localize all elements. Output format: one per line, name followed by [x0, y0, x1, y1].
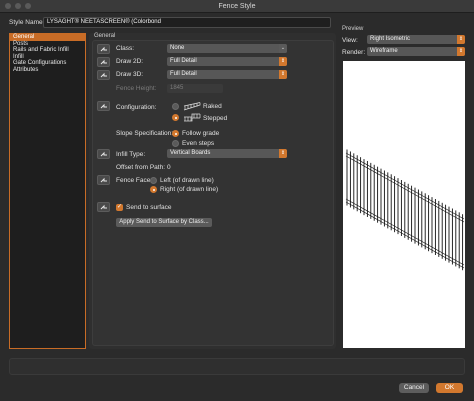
by-style-icon [100, 151, 107, 156]
infill-type-style-toggle-button[interactable] [97, 149, 110, 159]
right-of-line-radio[interactable] [150, 186, 157, 193]
window-title: Fence Style [218, 3, 256, 10]
class-select[interactable]: None ⌄ [167, 44, 287, 53]
sidebar-item-posts[interactable]: Posts [10, 41, 85, 48]
stepped-option-label: Stepped [203, 115, 228, 122]
by-style-icon [100, 177, 107, 182]
view-select-value: Right Isometric [370, 36, 411, 42]
left-of-line-option-label: Left (of drawn line) [160, 177, 214, 184]
sidebar-item-gate-configurations[interactable]: Gate Configurations [10, 60, 85, 67]
preview-canvas [343, 61, 465, 348]
sidebar-item-infill[interactable]: Infill [10, 54, 85, 61]
stepped-fence-icon [184, 113, 201, 122]
category-sidebar: General Posts Rails and Fabric Infill In… [9, 33, 86, 349]
updown-arrows-icon: ⇕ [279, 149, 287, 158]
fence-height-field[interactable]: 1845 [167, 84, 223, 93]
draw3d-label: Draw 3D: [116, 71, 144, 78]
follow-grade-radio[interactable] [172, 130, 179, 137]
render-select[interactable]: Wireframe ⇕ [367, 47, 465, 56]
title-bar: Fence Style [0, 0, 474, 13]
chevron-down-icon: ⌄ [279, 44, 287, 53]
configuration-style-toggle-button[interactable] [97, 101, 110, 111]
send-to-surface-style-toggle-button[interactable] [97, 202, 110, 212]
raked-fence-icon [183, 102, 201, 111]
class-select-value: None [170, 45, 185, 51]
draw3d-style-toggle-button[interactable] [97, 70, 110, 80]
fence-face-style-toggle-button[interactable] [97, 175, 110, 185]
offset-label: Offset from Path: [116, 164, 166, 171]
fence-face-label: Fence Face: [116, 177, 153, 184]
draw2d-label: Draw 2D: [116, 58, 144, 65]
view-select[interactable]: Right Isometric ⇕ [367, 35, 465, 44]
bottom-info-bar [9, 358, 465, 375]
style-name-field[interactable]: LYSAGHT® NEETASCREEN® (Colorbond [43, 17, 331, 28]
draw3d-select[interactable]: Full Detail ⇕ [167, 70, 287, 79]
stepped-radio[interactable] [172, 114, 179, 121]
render-select-value: Wireframe [370, 48, 398, 54]
configuration-label: Configuration: [116, 104, 157, 111]
draw3d-select-value: Full Detail [170, 71, 197, 77]
draw2d-style-toggle-button[interactable] [97, 57, 110, 67]
general-section-title: General [94, 33, 116, 39]
view-label: View: [342, 37, 358, 44]
draw2d-select-value: Full Detail [170, 58, 197, 64]
send-to-surface-label: Send to surface [126, 204, 172, 211]
draw2d-select[interactable]: Full Detail ⇕ [167, 57, 287, 66]
infill-type-select-value: Vertical Boards [170, 150, 211, 156]
render-label: Render: [342, 49, 366, 56]
cancel-button[interactable]: Cancel [399, 383, 429, 393]
fence-height-label: Fence Height: [116, 85, 157, 92]
by-style-icon [100, 204, 107, 209]
infill-type-select[interactable]: Vertical Boards ⇕ [167, 149, 287, 158]
by-style-icon [100, 46, 107, 51]
even-steps-radio[interactable] [172, 140, 179, 147]
sidebar-item-attributes[interactable]: Attributes [10, 67, 85, 74]
class-style-toggle-button[interactable] [97, 44, 110, 54]
updown-arrows-icon: ⇕ [457, 35, 465, 44]
style-name-label: Style Name: [9, 19, 45, 26]
preview-title: Preview [342, 26, 364, 32]
sidebar-item-general[interactable]: General [10, 34, 85, 41]
by-style-icon [100, 103, 107, 108]
even-steps-option-label: Even steps [182, 140, 215, 147]
send-to-surface-checkbox[interactable]: ✓ [116, 204, 123, 211]
follow-grade-option-label: Follow grade [182, 130, 220, 137]
left-of-line-radio[interactable] [150, 177, 157, 184]
updown-arrows-icon: ⇕ [279, 57, 287, 66]
by-style-icon [100, 72, 107, 77]
raked-radio[interactable] [172, 103, 179, 110]
by-style-icon [100, 59, 107, 64]
sidebar-item-rails-fabric[interactable]: Rails and Fabric Infill [10, 47, 85, 54]
apply-send-to-surface-button[interactable]: Apply Send to Surface by Class... [116, 218, 212, 227]
right-of-line-option-label: Right (of drawn line) [160, 186, 219, 193]
infill-type-label: Infill Type: [116, 151, 146, 158]
fence-preview-drawing [345, 149, 465, 271]
updown-arrows-icon: ⇕ [457, 47, 465, 56]
offset-field[interactable]: 0 [167, 164, 171, 171]
class-label: Class: [116, 45, 135, 52]
updown-arrows-icon: ⇕ [279, 70, 287, 79]
slope-specification-label: Slope Specification: [116, 130, 174, 137]
raked-option-label: Raked [203, 103, 222, 110]
ok-button[interactable]: OK [436, 383, 463, 393]
